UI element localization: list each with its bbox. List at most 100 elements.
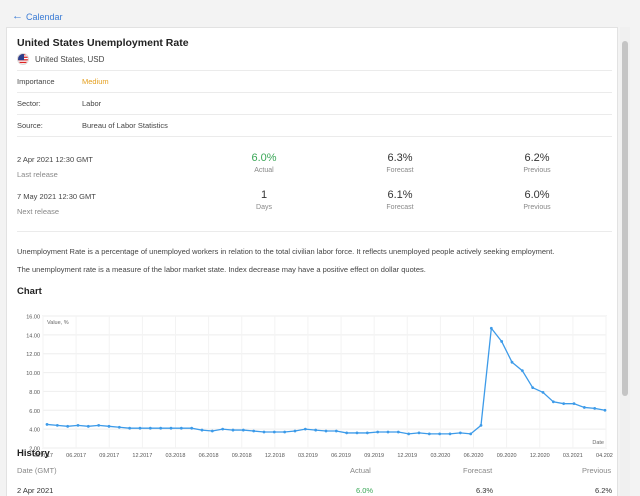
- x-tick-label: 09.2017: [99, 453, 119, 459]
- history-header-forecast: Forecast: [463, 466, 493, 475]
- data-point[interactable]: [45, 423, 49, 426]
- data-point[interactable]: [396, 430, 400, 434]
- back-to-calendar-link[interactable]: ← Calendar: [12, 11, 63, 22]
- scrollbar-thumb[interactable]: [622, 41, 628, 396]
- data-point[interactable]: [417, 431, 421, 435]
- data-point[interactable]: [138, 426, 142, 430]
- data-point[interactable]: [334, 429, 338, 433]
- data-point[interactable]: [283, 430, 287, 434]
- data-point[interactable]: [221, 427, 225, 431]
- data-point[interactable]: [107, 424, 111, 428]
- data-point[interactable]: [386, 430, 390, 434]
- data-point[interactable]: [210, 429, 214, 433]
- country-label: United States, USD: [35, 54, 105, 64]
- data-point[interactable]: [438, 432, 442, 436]
- data-point[interactable]: [55, 423, 59, 427]
- data-point[interactable]: [510, 360, 514, 364]
- sector-value: Labor: [82, 99, 102, 108]
- data-point[interactable]: [365, 431, 369, 435]
- y-axis-label: Value, %: [47, 320, 69, 326]
- data-point[interactable]: [314, 428, 318, 432]
- data-point[interactable]: [190, 426, 194, 430]
- x-tick-label: 03.2021: [563, 453, 583, 459]
- data-point[interactable]: [252, 429, 256, 433]
- next-forecast: 6.1% Forecast: [370, 189, 430, 211]
- data-point[interactable]: [76, 423, 80, 427]
- data-point[interactable]: [458, 431, 462, 435]
- data-point[interactable]: [148, 426, 152, 430]
- data-point[interactable]: [231, 428, 235, 432]
- last-forecast: 6.3% Forecast: [370, 152, 430, 174]
- last-actual-label: Actual: [254, 167, 274, 174]
- page-scrollbar[interactable]: [620, 27, 630, 496]
- data-point[interactable]: [479, 423, 483, 427]
- data-point[interactable]: [520, 369, 524, 373]
- y-tick-label: 8.00: [29, 390, 40, 396]
- next-forecast-value: 6.1%: [387, 189, 413, 201]
- x-tick-label: 06.2018: [199, 453, 219, 459]
- history-header-previous: Previous: [582, 466, 612, 475]
- data-point[interactable]: [241, 428, 245, 432]
- data-point[interactable]: [303, 427, 307, 431]
- next-release-label: Next release: [17, 207, 60, 216]
- last-previous: 6.2% Previous: [507, 152, 567, 174]
- importance-key: Importance: [17, 77, 55, 86]
- last-release-label: Last release: [17, 170, 58, 179]
- unemployment-chart: 2.004.006.008.0010.0012.0014.0016.0003.2…: [26, 315, 613, 460]
- x-tick-label: 03.2020: [430, 453, 450, 459]
- next-previous: 6.0% Previous: [507, 189, 567, 211]
- history-row-date: 2 Apr 2021: [17, 486, 54, 495]
- data-point[interactable]: [66, 424, 70, 428]
- x-tick-label: 03.2018: [166, 453, 186, 459]
- data-point[interactable]: [355, 431, 359, 435]
- y-tick-label: 6.00: [29, 409, 40, 415]
- data-point[interactable]: [500, 340, 504, 343]
- x-tick-label: 09.2019: [364, 453, 384, 459]
- data-point[interactable]: [345, 431, 349, 435]
- last-release-date: 2 Apr 2021 12:30 GMT: [17, 155, 93, 164]
- data-point[interactable]: [117, 425, 121, 429]
- data-point[interactable]: [262, 430, 266, 434]
- last-previous-label: Previous: [523, 167, 551, 174]
- next-forecast-label: Forecast: [386, 204, 414, 211]
- table-row[interactable]: 2 Apr 2021 6.0% 6.3% 6.2%: [17, 486, 612, 496]
- data-point[interactable]: [272, 430, 276, 434]
- data-point[interactable]: [200, 428, 204, 432]
- history-row-actual: 6.0%: [356, 486, 374, 495]
- next-days-value: 1: [260, 189, 268, 201]
- next-previous-label: Previous: [523, 204, 551, 211]
- next-days-label: Days: [256, 204, 272, 211]
- importance-row: Importance Medium: [17, 70, 612, 92]
- data-point[interactable]: [541, 390, 545, 394]
- data-point[interactable]: [159, 426, 163, 430]
- data-point[interactable]: [427, 432, 431, 436]
- us-flag-icon: [17, 53, 29, 65]
- x-tick-label: 06.2020: [464, 453, 484, 459]
- data-point[interactable]: [531, 386, 535, 390]
- data-point[interactable]: [407, 432, 411, 436]
- data-point[interactable]: [448, 432, 452, 436]
- data-point[interactable]: [582, 406, 586, 409]
- data-point[interactable]: [489, 326, 493, 330]
- data-point[interactable]: [376, 430, 380, 434]
- data-point[interactable]: [169, 426, 173, 430]
- data-point[interactable]: [293, 429, 297, 433]
- data-point[interactable]: [593, 407, 597, 410]
- x-tick-label: 09.2018: [232, 453, 252, 459]
- x-tick-label: 09.2020: [497, 453, 517, 459]
- data-point[interactable]: [97, 423, 101, 427]
- next-release-date: 7 May 2021 12:30 GMT: [17, 192, 96, 201]
- data-point[interactable]: [551, 400, 555, 404]
- last-previous-value: 6.2%: [524, 152, 550, 164]
- last-actual: 6.0% Actual: [234, 152, 294, 174]
- x-tick-label: 06.2017: [66, 453, 86, 459]
- data-point[interactable]: [572, 402, 576, 406]
- data-point[interactable]: [86, 424, 90, 428]
- data-point[interactable]: [324, 429, 328, 433]
- data-point[interactable]: [179, 426, 183, 430]
- data-point[interactable]: [603, 408, 607, 412]
- data-point[interactable]: [562, 402, 566, 406]
- data-point[interactable]: [469, 432, 473, 436]
- data-point[interactable]: [128, 426, 132, 430]
- chart-section-title: Chart: [17, 286, 42, 297]
